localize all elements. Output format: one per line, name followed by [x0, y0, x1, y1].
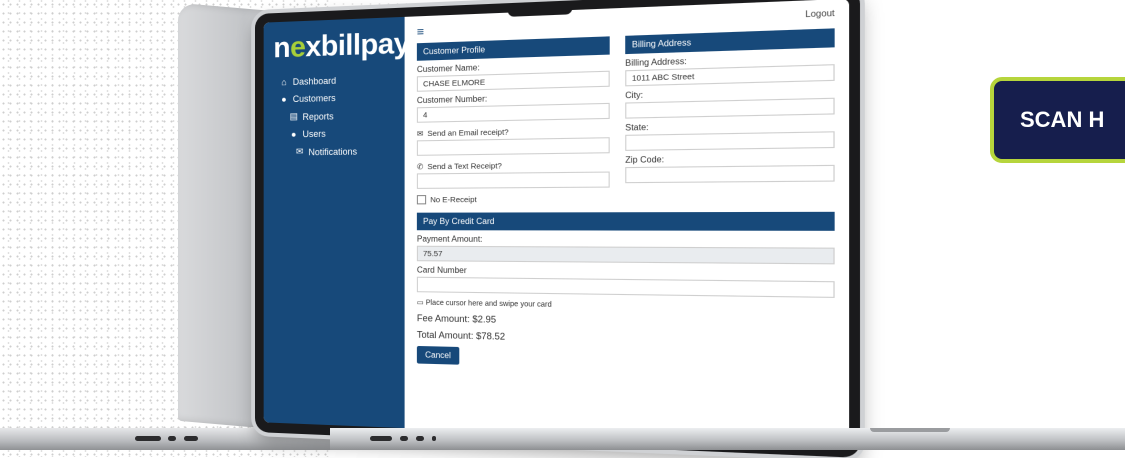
- port-icon: [184, 436, 198, 441]
- usb-port-icon: [370, 436, 392, 441]
- email-field[interactable]: [416, 137, 610, 156]
- sidebar-nav: ⌂ Dashboard ● Customers ▤ Reports ● User…: [273, 74, 394, 158]
- headphone-jack-icon: [432, 436, 436, 441]
- text-receipt-checkbox[interactable]: ✆ Send a Text Receipt?: [416, 160, 610, 172]
- sidebar-item-label: Reports: [302, 110, 334, 122]
- user-icon: ●: [281, 94, 287, 105]
- sidebar-item-label: Users: [302, 128, 326, 140]
- billing-address-panel: Billing Address Billing Address: 1011 AB…: [625, 28, 835, 205]
- usb-port-icon: [135, 436, 161, 441]
- cancel-button[interactable]: Cancel: [416, 345, 460, 365]
- pay-by-credit-card-header: Pay By Credit Card: [416, 211, 835, 231]
- sidebar: nexbillpay ⌂ Dashboard ● Customers ▤ Rep…: [263, 16, 410, 429]
- report-icon: ▤: [289, 111, 298, 122]
- home-icon: ⌂: [281, 77, 287, 88]
- sidebar-item-label: Customers: [292, 92, 336, 105]
- trackpad-notch: [870, 428, 950, 432]
- field-label: Zip Code:: [625, 154, 665, 165]
- camera-notch: [507, 0, 573, 17]
- zip-field[interactable]: [625, 164, 835, 184]
- email-receipt-checkbox[interactable]: ✉ Send an Email receipt?: [417, 125, 610, 138]
- phone-icon: ✆: [416, 161, 424, 172]
- hamburger-menu-icon[interactable]: ≡: [417, 24, 424, 43]
- sidebar-item-users[interactable]: ● Users: [289, 127, 395, 140]
- credit-card-icon: ▭: [416, 299, 424, 307]
- port-icon: [416, 436, 424, 441]
- card-number-field[interactable]: [416, 276, 835, 298]
- app-screen: nexbillpay ⌂ Dashboard ● Customers ▤ Rep…: [263, 0, 850, 447]
- customer-name-field[interactable]: CHASE ELMORE: [416, 70, 610, 92]
- sidebar-item-reports[interactable]: ▤ Reports: [289, 109, 395, 122]
- sidebar-item-customers[interactable]: ● Customers: [279, 91, 394, 104]
- swipe-hint: ▭ Place cursor here and swipe your card: [416, 299, 552, 309]
- field-label: State:: [625, 122, 649, 133]
- state-field[interactable]: [625, 131, 835, 151]
- customer-number-field[interactable]: 4: [416, 102, 610, 123]
- envelope-icon: ✉: [295, 146, 304, 157]
- checkbox-icon: [416, 195, 427, 205]
- logo[interactable]: nexbillpay: [273, 27, 409, 64]
- field-label: Payment Amount:: [416, 234, 483, 244]
- sidebar-item-label: Dashboard: [292, 75, 337, 87]
- laptop-base: [330, 428, 1125, 450]
- city-field[interactable]: [625, 97, 835, 119]
- sidebar-item-label: Notifications: [308, 145, 358, 157]
- fee-amount: Fee Amount: $2.95: [416, 312, 497, 325]
- sidebar-item-dashboard[interactable]: ⌂ Dashboard: [279, 74, 394, 88]
- laptop-lid: nexbillpay ⌂ Dashboard ● Customers ▤ Rep…: [255, 0, 861, 458]
- port-icon: [400, 436, 408, 441]
- total-amount: Total Amount: $78.52: [416, 329, 506, 342]
- scan-button[interactable]: SCAN H: [990, 77, 1125, 163]
- main-content: ≡ Logout Customer Profile Customer Name:…: [405, 0, 850, 446]
- sidebar-item-notifications[interactable]: ✉ Notifications: [295, 145, 395, 158]
- billing-address-field[interactable]: 1011 ABC Street: [625, 64, 835, 87]
- envelope-icon: ✉: [416, 128, 424, 139]
- port-icon: [168, 436, 176, 441]
- user-icon: ●: [291, 129, 297, 140]
- phone-field[interactable]: [416, 171, 610, 189]
- no-receipt-checkbox[interactable]: No E-Receipt: [416, 194, 610, 205]
- customer-profile-panel: Customer Profile Customer Name: CHASE EL…: [416, 36, 610, 206]
- payment-amount-field[interactable]: 75.57: [416, 245, 835, 265]
- logout-link[interactable]: Logout: [805, 8, 834, 29]
